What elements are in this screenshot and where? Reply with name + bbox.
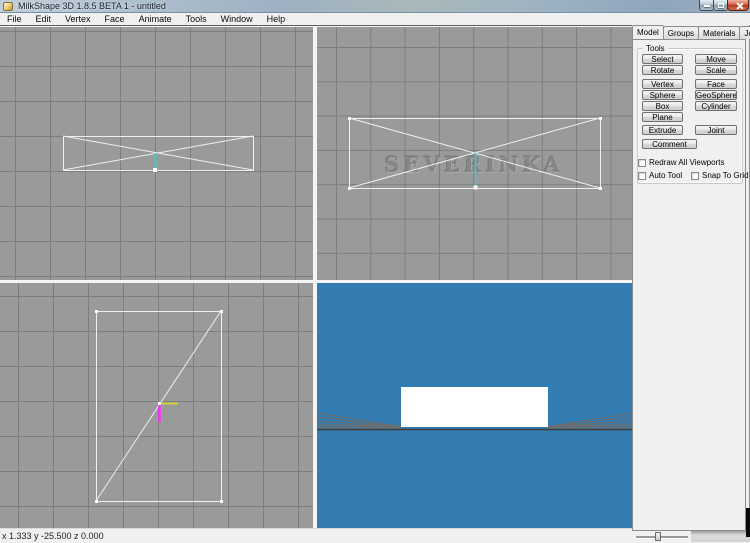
menubar: File Edit Vertex Face Animate Tools Wind… [0,13,750,25]
sphere-button[interactable]: Sphere [642,90,683,100]
snap-to-grid-label: Snap To Grid [702,171,749,180]
model-tab-page: Tools Select Move Rotate Scale Vertex Fa… [632,39,749,531]
snap-to-grid-checkbox[interactable]: Snap To Grid [691,171,749,180]
statusbar: x 1.333 y -25.500 z 0.000 [0,528,632,542]
titlebar[interactable]: MilkShape 3D 1.8.5 BETA 1 - untitled [0,0,750,13]
menu-help[interactable]: Help [260,13,293,25]
vertex-button[interactable]: Vertex [642,79,683,89]
panel-tabs: Model Groups Materials Joints [632,25,750,39]
viewport-bottom-left[interactable] [0,283,313,529]
auto-tool-label: Auto Tool [649,171,683,180]
tools-group-label: Tools [643,44,668,53]
checkbox-icon [638,158,646,167]
slider-track[interactable] [636,536,688,538]
plane-button[interactable]: Plane [642,112,683,122]
tab-model[interactable]: Model [632,25,664,39]
menu-face[interactable]: Face [98,13,132,25]
menu-animate[interactable]: Animate [132,13,179,25]
tab-materials[interactable]: Materials [698,26,741,39]
viewport-area: SEVERINKA [0,25,632,529]
menu-file[interactable]: File [0,13,29,25]
move-button[interactable]: Move [695,54,737,64]
joint-button[interactable]: Joint [695,125,737,135]
close-icon [736,2,743,9]
checkbox-icon [691,171,699,180]
panel-bottom-slider[interactable] [633,531,691,542]
wireframe-box-front [62,135,254,172]
rotate-button[interactable]: Rotate [642,65,683,75]
wireframe-box-side [348,117,602,190]
maximize-button[interactable] [713,0,728,11]
menu-vertex[interactable]: Vertex [58,13,98,25]
milkshape-window: { "window": { "title": "MilkShape 3D 1.8… [0,0,750,542]
select-button[interactable]: Select [642,54,683,64]
shaded-box-3d [317,387,632,431]
app-icon [3,2,13,11]
menu-edit[interactable]: Edit [29,13,59,25]
viewport-top-right[interactable]: SEVERINKA [317,27,632,280]
face-button[interactable]: Face [695,79,737,89]
scale-button[interactable]: Scale [695,65,737,75]
comment-button[interactable]: Comment [642,139,697,149]
close-button[interactable] [727,0,749,11]
extrude-button[interactable]: Extrude [642,125,683,135]
geosphere-button[interactable]: GeoSphere [695,90,737,100]
side-panel: Model Groups Materials Joints Tools Sele… [632,25,750,542]
viewport-3d[interactable] [317,283,632,529]
redraw-all-viewports-label: Redraw All Viewports [649,158,725,167]
viewport-top-left[interactable] [0,27,313,280]
cylinder-button[interactable]: Cylinder [695,101,737,111]
minimize-icon [704,5,710,7]
coordinate-readout: x 1.333 y -25.500 z 0.000 [2,531,104,541]
slider-thumb[interactable] [655,532,661,541]
maximize-icon [718,3,724,8]
window-title: MilkShape 3D 1.8.5 BETA 1 - untitled [18,1,166,11]
redraw-all-viewports-checkbox[interactable]: Redraw All Viewports [638,158,724,167]
window-controls [699,0,749,11]
tab-joints[interactable]: Joints [739,26,750,39]
minimize-button[interactable] [699,0,714,11]
tab-groups[interactable]: Groups [662,26,700,39]
checkbox-icon [638,171,646,180]
menu-window[interactable]: Window [214,13,260,25]
menu-tools[interactable]: Tools [179,13,214,25]
auto-tool-checkbox[interactable]: Auto Tool [638,171,682,180]
statusbar-grip-area [691,531,750,542]
box-button[interactable]: Box [642,101,683,111]
window-edge-shadow [746,508,750,537]
wireframe-box-top [95,310,223,503]
